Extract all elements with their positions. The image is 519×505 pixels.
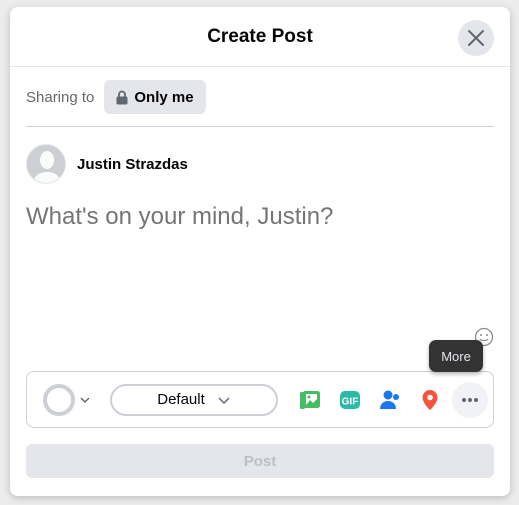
create-post-dialog: Create Post Sharing to Only me Justin St… [10, 7, 510, 496]
divider [26, 126, 494, 127]
photo-video-button[interactable] [292, 382, 328, 418]
close-icon [468, 30, 484, 46]
audience-selector-button[interactable]: Only me [104, 80, 206, 114]
gif-icon: GIF [340, 390, 360, 409]
close-button[interactable] [458, 20, 494, 56]
background-picker[interactable] [43, 383, 92, 416]
font-style-label: Default [157, 391, 205, 408]
font-style-dropdown[interactable]: Default [110, 383, 278, 416]
dialog-title: Create Post [207, 25, 313, 47]
location-button[interactable] [412, 382, 448, 418]
lock-icon [116, 90, 128, 104]
post-text-input[interactable] [26, 203, 486, 231]
tag-people-icon [380, 390, 399, 409]
default-avatar-icon [27, 145, 65, 183]
user-row: Justin Strazdas [26, 144, 188, 184]
post-button[interactable]: Post [26, 444, 494, 478]
chevron-down-icon [218, 396, 230, 404]
background-swatch [43, 383, 75, 416]
location-icon [422, 389, 438, 410]
sharing-label: Sharing to [26, 88, 95, 106]
user-name: Justin Strazdas [77, 155, 188, 173]
more-button[interactable] [452, 381, 488, 418]
attachment-icons: GIF [292, 381, 492, 418]
gif-button[interactable]: GIF [332, 382, 368, 418]
composer-toolbar: Default GIF [26, 371, 494, 428]
chevron-down-icon [80, 396, 90, 403]
photo-video-icon [300, 390, 320, 409]
dialog-header: Create Post [10, 7, 510, 67]
more-icon [462, 397, 478, 402]
avatar [26, 144, 66, 184]
tag-people-button[interactable] [372, 382, 408, 418]
audience-label: Only me [134, 88, 194, 106]
svg-text:GIF: GIF [342, 396, 359, 407]
more-tooltip: More [429, 340, 483, 372]
sharing-row: Sharing to Only me [26, 80, 206, 114]
